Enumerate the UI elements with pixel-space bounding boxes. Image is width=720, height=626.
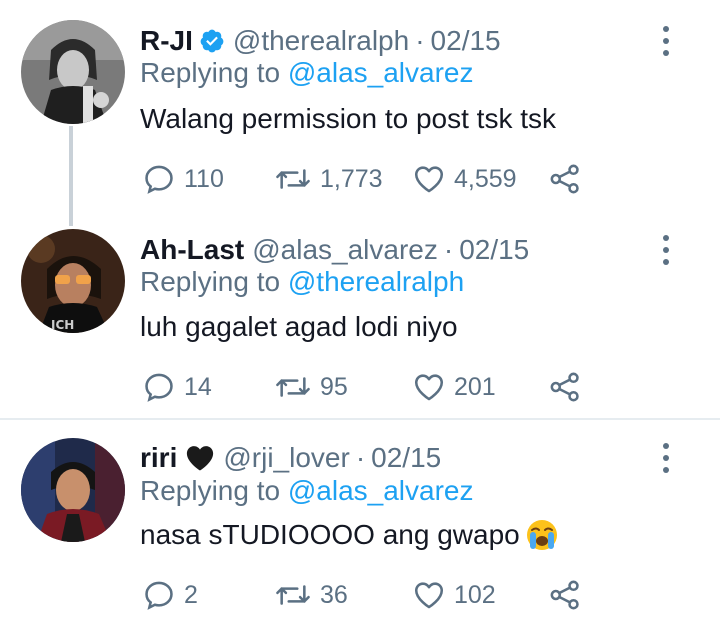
share-button[interactable] (548, 367, 582, 407)
tweet-text-content: nasa sTUDIOOOO ang gwapo (140, 519, 520, 550)
separator: · (355, 442, 366, 473)
reply-button[interactable]: 110 (142, 159, 224, 199)
reply-icon (145, 165, 173, 194)
avatar[interactable] (21, 20, 125, 124)
retweet-icon (276, 169, 310, 189)
retweet-count: 36 (320, 580, 348, 609)
like-count: 4,559 (454, 164, 517, 193)
reply-count: 14 (184, 372, 212, 401)
user-handle[interactable]: @therealralph (233, 25, 409, 57)
display-name[interactable]: R-JI (140, 25, 193, 57)
separator: · (415, 25, 425, 56)
user-handle[interactable]: @alas_alvarez (252, 234, 438, 266)
tweet-text: nasa sTUDIOOOO ang gwapo (140, 519, 558, 551)
like-count: 201 (454, 372, 496, 401)
black-heart-icon (185, 444, 215, 472)
display-name[interactable]: Ah-Last (140, 234, 244, 266)
tweet-text-content: luh gagalet agad lodi niyo (140, 311, 458, 342)
share-icon (550, 164, 579, 194)
retweet-button[interactable]: 1,773 (274, 159, 383, 199)
heart-icon (414, 582, 444, 609)
reply-count: 2 (184, 580, 198, 609)
tweet[interactable]: riri @rji_lover · 02/15 Replying to @ala… (0, 420, 720, 626)
retweet-icon (276, 377, 310, 397)
like-button[interactable]: 4,559 (412, 159, 517, 199)
share-button[interactable] (548, 575, 582, 615)
like-button[interactable]: 102 (412, 575, 496, 615)
tweet-actions: 110 1,773 4,559 (140, 159, 600, 199)
tweet-header: riri @rji_lover · 02/15 (140, 438, 441, 478)
replying-to: Replying to @therealralph (140, 266, 464, 298)
avatar[interactable]: ICH (21, 229, 125, 333)
tweet-text-content: Walang permission to post tsk tsk (140, 103, 557, 134)
retweet-icon (276, 585, 310, 605)
tweet-text: Walang permission to post tsk tsk (140, 103, 556, 135)
svg-text:ICH: ICH (51, 318, 74, 332)
tweet-actions: 14 95 201 (140, 367, 600, 407)
tweet[interactable]: ICH Ah-Last @alas_alvarez · 02/15 Replyi… (0, 210, 720, 420)
reply-icon (145, 581, 173, 610)
share-icon (550, 580, 579, 610)
reply-icon (145, 373, 173, 402)
avatar[interactable] (21, 438, 125, 542)
reply-mention-link[interactable]: @therealralph (288, 266, 464, 297)
tweet-date[interactable]: 02/15 (459, 234, 529, 266)
retweet-button[interactable]: 36 (274, 575, 348, 615)
retweet-button[interactable]: 95 (274, 367, 348, 407)
retweet-count: 1,773 (320, 164, 383, 193)
reply-mention-link[interactable]: @alas_alvarez (288, 475, 474, 506)
separator: · (443, 234, 454, 265)
reply-count: 110 (184, 164, 224, 193)
display-name[interactable]: riri (140, 442, 177, 474)
like-button[interactable]: 201 (412, 367, 496, 407)
share-icon (550, 372, 579, 402)
heart-icon (414, 166, 444, 193)
replying-to-label: Replying to (140, 266, 281, 297)
replying-to: Replying to @alas_alvarez (140, 475, 474, 507)
more-options-icon[interactable] (652, 438, 680, 478)
tweet-header: Ah-Last @alas_alvarez · 02/15 (140, 230, 529, 270)
reply-button[interactable]: 14 (142, 367, 212, 407)
replying-to-label: Replying to (140, 57, 281, 88)
tweet-actions: 2 36 102 (140, 575, 600, 615)
tweet-date[interactable]: 02/15 (371, 442, 441, 474)
heart-icon (414, 374, 444, 401)
verified-badge-icon (199, 28, 225, 54)
replying-to: Replying to @alas_alvarez (140, 57, 474, 89)
user-handle[interactable]: @rji_lover (223, 442, 349, 474)
more-options-icon[interactable] (652, 21, 680, 61)
like-count: 102 (454, 580, 496, 609)
tweet-date[interactable]: 02/15 (431, 25, 501, 57)
tweet[interactable]: R-JI @therealralph · 02/15 Replying to @… (0, 0, 720, 226)
loudly-crying-face-icon (526, 519, 558, 551)
reply-mention-link[interactable]: @alas_alvarez (288, 57, 474, 88)
tweet-header: R-JI @therealralph · 02/15 (140, 21, 501, 61)
replying-to-label: Replying to (140, 475, 281, 506)
reply-button[interactable]: 2 (142, 575, 198, 615)
tweet-text: luh gagalet agad lodi niyo (140, 311, 458, 343)
share-button[interactable] (548, 159, 582, 199)
retweet-count: 95 (320, 372, 348, 401)
more-options-icon[interactable] (652, 230, 680, 270)
